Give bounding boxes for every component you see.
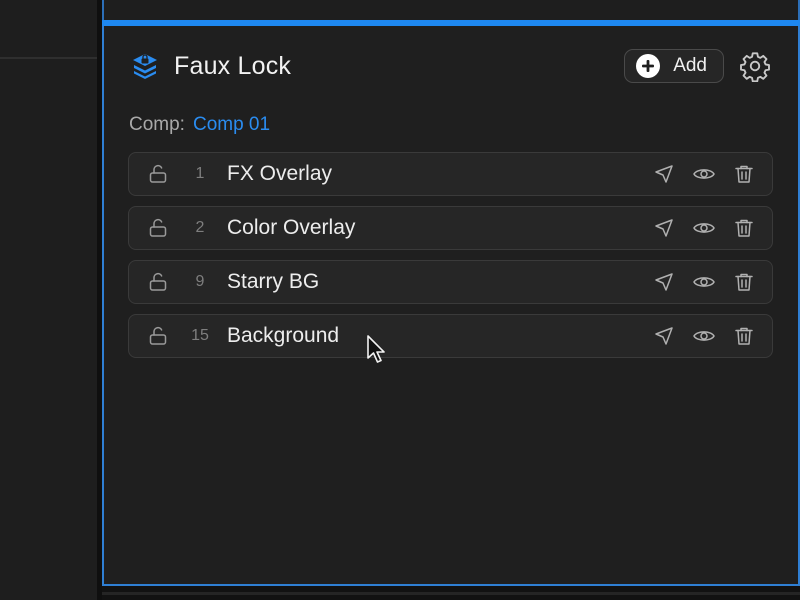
unlock-icon[interactable] <box>147 217 169 239</box>
comp-name-link[interactable]: Comp 01 <box>193 114 270 135</box>
eye-icon[interactable] <box>692 216 716 240</box>
unlock-icon[interactable] <box>147 271 169 293</box>
plus-circle-icon <box>635 53 661 79</box>
select-arrow-icon[interactable] <box>652 162 676 186</box>
add-button-label: Add <box>673 55 707 76</box>
left-pane-divider <box>0 57 97 59</box>
layer-actions <box>636 315 756 357</box>
layer-index: 2 <box>195 219 205 236</box>
layer-actions <box>636 207 756 249</box>
layer-row-3[interactable]: 9 Starry BG <box>128 260 773 304</box>
comp-label: Comp: <box>129 114 185 135</box>
app-stage: Faux Lock Add Comp: Comp 01 1 FX Overlay… <box>0 0 800 600</box>
select-arrow-icon[interactable] <box>652 270 676 294</box>
layer-actions <box>636 261 756 303</box>
mouse-cursor-icon <box>366 334 388 366</box>
layer-row-2[interactable]: 2 Color Overlay <box>128 206 773 250</box>
layer-index: 9 <box>195 273 205 290</box>
eye-icon[interactable] <box>692 324 716 348</box>
faux-lock-panel: Faux Lock Add Comp: Comp 01 1 FX Overlay… <box>102 26 800 586</box>
trash-icon[interactable] <box>732 270 756 294</box>
bottom-strip <box>102 586 800 600</box>
layer-name: Starry BG <box>227 270 320 293</box>
panel-title: Faux Lock <box>174 51 292 80</box>
select-arrow-icon[interactable] <box>652 324 676 348</box>
comp-selector: Comp: Comp 01 <box>129 114 270 136</box>
trash-icon[interactable] <box>732 216 756 240</box>
layer-name: FX Overlay <box>227 162 333 185</box>
select-arrow-icon[interactable] <box>652 216 676 240</box>
layers-icon <box>130 51 160 81</box>
panel-header: Faux Lock Add <box>130 46 772 86</box>
panel-top-area <box>102 0 800 20</box>
layer-actions <box>636 153 756 195</box>
trash-icon[interactable] <box>732 324 756 348</box>
layer-name: Color Overlay <box>227 216 356 239</box>
layer-row-1[interactable]: 1 FX Overlay <box>128 152 773 196</box>
layer-name: Background <box>227 324 340 347</box>
eye-icon[interactable] <box>692 270 716 294</box>
unlock-icon[interactable] <box>147 163 169 185</box>
add-button[interactable]: Add <box>624 49 724 83</box>
layer-index: 15 <box>191 327 209 344</box>
layer-list: 1 FX Overlay 2 Color Overlay 9 Starry BG… <box>128 152 773 368</box>
layer-row-4[interactable]: 15 Background <box>128 314 773 358</box>
trash-icon[interactable] <box>732 162 756 186</box>
left-pane <box>0 0 97 600</box>
eye-icon[interactable] <box>692 162 716 186</box>
layer-index: 1 <box>195 165 205 182</box>
unlock-icon[interactable] <box>147 325 169 347</box>
gear-icon[interactable] <box>738 49 772 83</box>
